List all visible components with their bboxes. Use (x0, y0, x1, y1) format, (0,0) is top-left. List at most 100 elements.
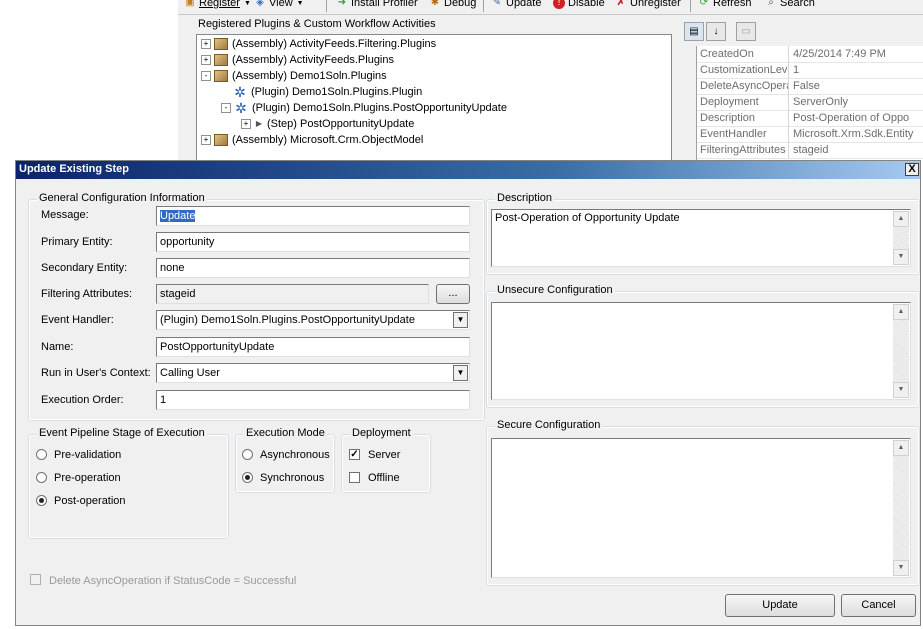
scroll-track[interactable] (893, 227, 909, 249)
description-textarea[interactable]: Post-Operation of Opportunity Update ▲ ▼ (491, 209, 911, 267)
tree-item[interactable]: + (Assembly) ActivityFeeds.Filtering.Plu… (201, 36, 436, 52)
primary-entity-label: Primary Entity: (41, 236, 113, 248)
message-label: Message: (41, 209, 89, 221)
toolbar-separator (483, 0, 484, 12)
register-button[interactable]: ▣ Register ▼ (184, 0, 251, 9)
property-row[interactable]: FilteringAttributes stageid (697, 142, 923, 159)
pre-validation-radio[interactable] (36, 449, 47, 460)
execution-order-label: Execution Order: (41, 394, 124, 406)
synchronous-label[interactable]: Synchronous (260, 472, 324, 484)
name-label: Name: (41, 341, 74, 353)
dialog-titlebar[interactable]: Update Existing Step X (16, 161, 920, 179)
search-button[interactable]: ⌕ Search (765, 0, 815, 9)
expand-icon[interactable]: + (201, 39, 211, 49)
tree-item[interactable]: + ▶ (Step) PostOpportunityUpdate (241, 116, 414, 132)
search-icon: ⌕ (768, 0, 774, 8)
dialog-title: Update Existing Step (19, 163, 130, 175)
sort-alpha-icon[interactable]: ↓ (706, 22, 726, 41)
scroll-down-icon[interactable]: ▼ (893, 560, 909, 576)
collapse-icon[interactable]: - (221, 103, 231, 113)
pre-validation-label[interactable]: Pre-validation (54, 449, 121, 461)
primary-entity-field[interactable]: opportunity (156, 232, 470, 252)
event-handler-select[interactable]: (Plugin) Demo1Soln.Plugins.PostOpportuni… (156, 310, 470, 330)
post-operation-label[interactable]: Post-operation (54, 495, 126, 507)
server-checkbox[interactable]: ✓ (349, 449, 360, 460)
offline-label[interactable]: Offline (368, 472, 400, 484)
property-row[interactable]: DeleteAsyncOperat False (697, 78, 923, 95)
filtering-attributes-field: stageid (156, 284, 429, 304)
install-profiler-button[interactable]: ➜ Install Profiler (336, 0, 418, 9)
tree-item[interactable]: + (Assembly) Microsoft.Crm.ObjectModel (201, 132, 423, 148)
delete-async-checkbox[interactable] (30, 574, 41, 585)
chevron-down-icon[interactable]: ▼ (453, 312, 468, 328)
scroll-up-icon[interactable]: ▲ (893, 440, 909, 456)
scroll-down-icon[interactable]: ▼ (893, 249, 909, 265)
filtering-attributes-browse-button[interactable]: ... (436, 284, 470, 304)
property-pages-icon[interactable]: ▭ (736, 22, 756, 41)
close-button[interactable]: X (905, 163, 919, 176)
plugins-panel-title: Registered Plugins & Custom Workflow Act… (196, 18, 438, 30)
tree-item[interactable]: + (Assembly) ActivityFeeds.Plugins (201, 52, 394, 68)
assembly-icon (214, 38, 228, 50)
property-row[interactable]: Description Post-Operation of Oppo (697, 110, 923, 127)
post-operation-radio[interactable] (36, 495, 47, 506)
unsecure-config-textarea[interactable]: ▲ ▼ (491, 302, 911, 400)
properties-toolbar: ▤ ↓ ▭ (684, 22, 764, 42)
scroll-track[interactable] (893, 456, 909, 560)
server-label[interactable]: Server (368, 449, 400, 461)
chevron-down-icon[interactable]: ▼ (453, 365, 468, 381)
assembly-icon (214, 54, 228, 66)
secure-config-scrollbar[interactable]: ▲ ▼ (893, 440, 909, 576)
cancel-button[interactable]: Cancel (841, 594, 916, 617)
unregister-icon: ✗ (616, 0, 626, 8)
tree-item[interactable]: - (Assembly) Demo1Soln.Plugins (201, 68, 387, 84)
property-row[interactable]: Deployment ServerOnly (697, 94, 923, 111)
property-row[interactable]: EventHandler Microsoft.Xrm.Sdk.Entity (697, 126, 923, 143)
collapse-icon[interactable]: - (201, 71, 211, 81)
unsecure-config-scrollbar[interactable]: ▲ ▼ (893, 304, 909, 398)
chevron-down-icon: ▼ (243, 0, 251, 7)
property-row[interactable]: CreatedOn 4/25/2014 7:49 PM (697, 46, 923, 63)
update-button[interactable]: Update (725, 594, 835, 617)
scroll-up-icon[interactable]: ▲ (893, 211, 909, 227)
scroll-up-icon[interactable]: ▲ (893, 304, 909, 320)
disable-button[interactable]: ! Disable (553, 0, 605, 9)
expand-icon[interactable]: + (201, 135, 211, 145)
categorized-icon[interactable]: ▤ (684, 22, 704, 41)
disable-icon: ! (553, 0, 565, 9)
name-field[interactable]: PostOpportunityUpdate (156, 337, 470, 357)
profiler-icon: ➜ (337, 0, 347, 8)
debug-button[interactable]: ✱ Debug (429, 0, 477, 9)
expand-icon[interactable]: + (241, 119, 251, 129)
secure-config-textarea[interactable]: ▲ ▼ (491, 438, 911, 578)
update-icon: ✎ (492, 0, 502, 8)
unregister-button[interactable]: ✗ Unregister (615, 0, 681, 9)
scroll-down-icon[interactable]: ▼ (893, 382, 909, 398)
execution-order-field[interactable]: 1 (156, 390, 470, 410)
filtering-attributes-label: Filtering Attributes: (41, 288, 133, 300)
view-icon: ◈ (256, 0, 264, 8)
pre-operation-label[interactable]: Pre-operation (54, 472, 121, 484)
run-context-select[interactable]: Calling User ▼ (156, 363, 470, 383)
view-button[interactable]: ◈ View ▼ (254, 0, 303, 9)
offline-checkbox[interactable] (349, 472, 360, 483)
message-field[interactable]: Update (156, 206, 470, 226)
description-scrollbar[interactable]: ▲ ▼ (893, 211, 909, 265)
asynchronous-radio[interactable] (242, 449, 253, 460)
expand-icon[interactable]: + (201, 55, 211, 65)
plugin-gear-icon: ✲ (235, 100, 247, 116)
tree-item[interactable]: ✲ (Plugin) Demo1Soln.Plugins.Plugin (233, 84, 422, 100)
update-toolbar-button[interactable]: ✎ Update (491, 0, 542, 9)
secure-config-legend: Secure Configuration (495, 419, 603, 431)
synchronous-radio[interactable] (242, 472, 253, 483)
delete-async-label: Delete AsyncOperation if StatusCode = Su… (49, 575, 297, 587)
pre-operation-radio[interactable] (36, 472, 47, 483)
tree-item[interactable]: - ✲ (Plugin) Demo1Soln.Plugins.PostOppor… (221, 100, 507, 116)
register-icon: ▣ (185, 0, 195, 8)
asynchronous-label[interactable]: Asynchronous (260, 449, 330, 461)
property-row[interactable]: CustomizationLevel 1 (697, 62, 923, 79)
plugins-tree[interactable]: + (Assembly) ActivityFeeds.Filtering.Plu… (196, 34, 672, 162)
refresh-button[interactable]: ⟳ Refresh (698, 0, 752, 9)
secondary-entity-field[interactable]: none (156, 258, 470, 278)
scroll-track[interactable] (893, 320, 909, 382)
